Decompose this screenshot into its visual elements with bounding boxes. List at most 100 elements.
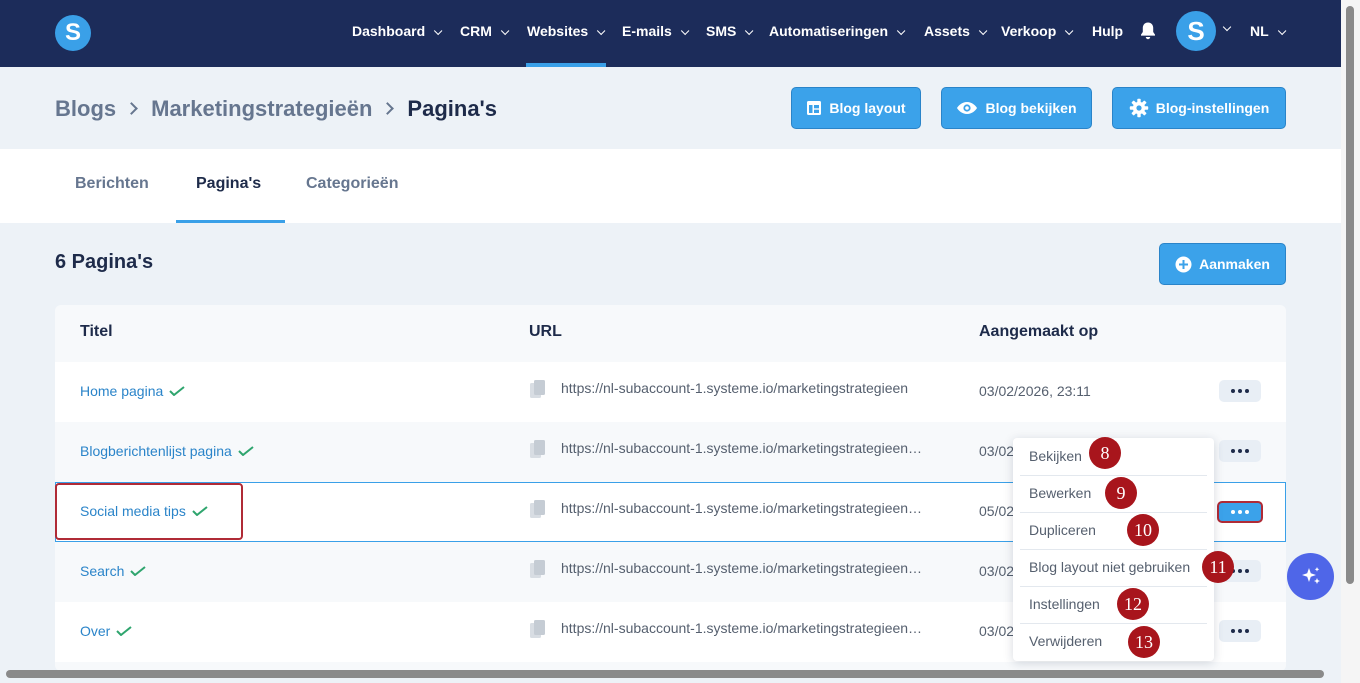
menu-item-dupliceren[interactable]: Dupliceren (1029, 521, 1096, 539)
step-badge: 13 (1128, 626, 1160, 658)
menu-item-bewerken[interactable]: Bewerken (1029, 484, 1091, 502)
horizontal-scrollbar[interactable] (6, 670, 1324, 678)
top-navigation: S Dashboard CRM Websites E-mails SMS Aut… (0, 0, 1341, 67)
tab-berichten[interactable]: Berichten (75, 175, 149, 193)
copy-icon[interactable] (529, 499, 546, 519)
copy-icon[interactable] (529, 439, 546, 459)
eye-icon (957, 102, 978, 114)
avatar[interactable]: S (1176, 11, 1216, 51)
check-icon (116, 626, 132, 636)
row-url: https://nl-subaccount-1.systeme.io/marke… (561, 440, 923, 456)
menu-item-verwijderen[interactable]: Verwijderen (1029, 632, 1102, 650)
row-date: 03/02 (979, 563, 1015, 579)
column-header-title[interactable]: Titel (80, 323, 113, 341)
blog-layout-label: Blog layout (829, 100, 906, 116)
tab-categorieen[interactable]: Categorieën (306, 175, 398, 193)
bell-icon[interactable] (1139, 21, 1157, 41)
chevron-down-icon (1065, 26, 1074, 36)
vertical-scrollbar[interactable] (1346, 6, 1354, 584)
breadcrumb: Blogs Marketingstrategieën Pagina's (55, 94, 497, 124)
create-label: Aanmaken (1199, 256, 1270, 272)
language-selector[interactable]: NL (1250, 21, 1287, 41)
nav-assets-label: Assets (924, 23, 970, 39)
nav-verkoop[interactable]: Verkoop (1001, 21, 1074, 41)
nav-crm-label: CRM (460, 23, 492, 39)
step-badge: 8 (1089, 437, 1121, 469)
row-date: 03/02/2026, 23:11 (979, 383, 1091, 399)
chevron-down-icon (1277, 26, 1287, 36)
layout-icon (807, 101, 822, 115)
menu-item-instellingen[interactable]: Instellingen (1029, 595, 1100, 613)
chevron-down-icon (978, 26, 988, 36)
nav-emails[interactable]: E-mails (622, 21, 690, 41)
copy-icon[interactable] (529, 559, 546, 579)
column-header-url[interactable]: URL (529, 323, 562, 341)
row-more-button[interactable] (1219, 440, 1261, 462)
blog-settings-label: Blog-instellingen (1155, 100, 1270, 116)
tab-paginas[interactable]: Pagina's (196, 175, 261, 193)
column-header-created[interactable]: Aangemaakt op (979, 323, 1098, 341)
check-icon (169, 386, 185, 396)
breadcrumb-current: Pagina's (407, 96, 498, 121)
step-badge: 11 (1202, 551, 1234, 583)
menu-item-blog-layout-niet-gebruiken[interactable]: Blog layout niet gebruiken (1029, 558, 1190, 576)
nav-hulp[interactable]: Hulp (1092, 21, 1123, 41)
title-highlight-box (55, 483, 243, 540)
nav-sms[interactable]: SMS (706, 21, 754, 41)
create-button[interactable]: Aanmaken (1159, 243, 1286, 285)
nav-verkoop-label: Verkoop (1001, 23, 1057, 39)
breadcrumb-blog[interactable]: Marketingstrategieën (151, 96, 372, 121)
copy-icon[interactable] (529, 619, 546, 639)
row-more-button[interactable] (1219, 620, 1261, 642)
nav-active-indicator (526, 63, 606, 67)
chevron-down-icon[interactable] (1222, 22, 1232, 32)
row-title-label: Search (80, 563, 125, 579)
step-badge: 9 (1105, 477, 1137, 509)
nav-dashboard-label: Dashboard (352, 23, 426, 39)
nav-crm[interactable]: CRM (460, 21, 510, 41)
row-title-link[interactable]: Home pagina (80, 381, 185, 401)
sparkle-icon (1301, 566, 1320, 584)
chevron-down-icon (434, 26, 443, 36)
ai-assistant-button[interactable] (1287, 553, 1334, 600)
nav-websites[interactable]: Websites (527, 21, 606, 41)
chevron-down-icon (896, 26, 906, 36)
plus-circle-icon (1175, 256, 1192, 272)
row-title-link[interactable]: Over (80, 621, 132, 641)
logo[interactable]: S (55, 15, 91, 51)
nav-sms-label: SMS (706, 23, 737, 39)
language-label: NL (1250, 23, 1269, 39)
copy-icon[interactable] (529, 379, 546, 399)
row-date: 05/02 (979, 503, 1015, 519)
row-url: https://nl-subaccount-1.systeme.io/marke… (561, 380, 909, 396)
menu-divider (1020, 549, 1207, 550)
check-icon (238, 446, 254, 456)
chevron-down-icon (745, 26, 754, 36)
breadcrumb-blogs[interactable]: Blogs (55, 96, 116, 121)
blog-settings-button[interactable]: Blog-instellingen (1112, 87, 1286, 129)
blog-view-button[interactable]: Blog bekijken (941, 87, 1092, 129)
row-title-label: Blogberichtenlijst pagina (80, 443, 232, 459)
nav-emails-label: E-mails (622, 23, 672, 39)
row-title-link[interactable]: Search (80, 561, 146, 581)
nav-assets[interactable]: Assets (924, 21, 988, 41)
row-url: https://nl-subaccount-1.systeme.io/marke… (561, 500, 923, 516)
row-title-label: Over (80, 623, 111, 639)
row-more-button[interactable] (1219, 380, 1261, 402)
blog-view-label: Blog bekijken (985, 100, 1077, 116)
blog-layout-button[interactable]: Blog layout (791, 87, 921, 129)
row-title-link[interactable]: Blogberichtenlijst pagina (80, 441, 254, 461)
tab-active-indicator (176, 220, 285, 223)
check-icon (130, 566, 146, 576)
gear-icon (1129, 98, 1148, 118)
menu-divider (1020, 475, 1207, 476)
row-title-label: Home pagina (80, 383, 164, 399)
menu-item-bekijken[interactable]: Bekijken (1029, 447, 1082, 465)
chevron-down-icon (597, 26, 606, 36)
chevron-down-icon (500, 26, 510, 36)
row-more-button-active[interactable] (1217, 501, 1263, 523)
nav-automatiseringen[interactable]: Automatiseringen (769, 21, 906, 41)
nav-hulp-label: Hulp (1092, 23, 1124, 39)
menu-divider (1020, 512, 1207, 513)
nav-dashboard[interactable]: Dashboard (352, 21, 443, 41)
